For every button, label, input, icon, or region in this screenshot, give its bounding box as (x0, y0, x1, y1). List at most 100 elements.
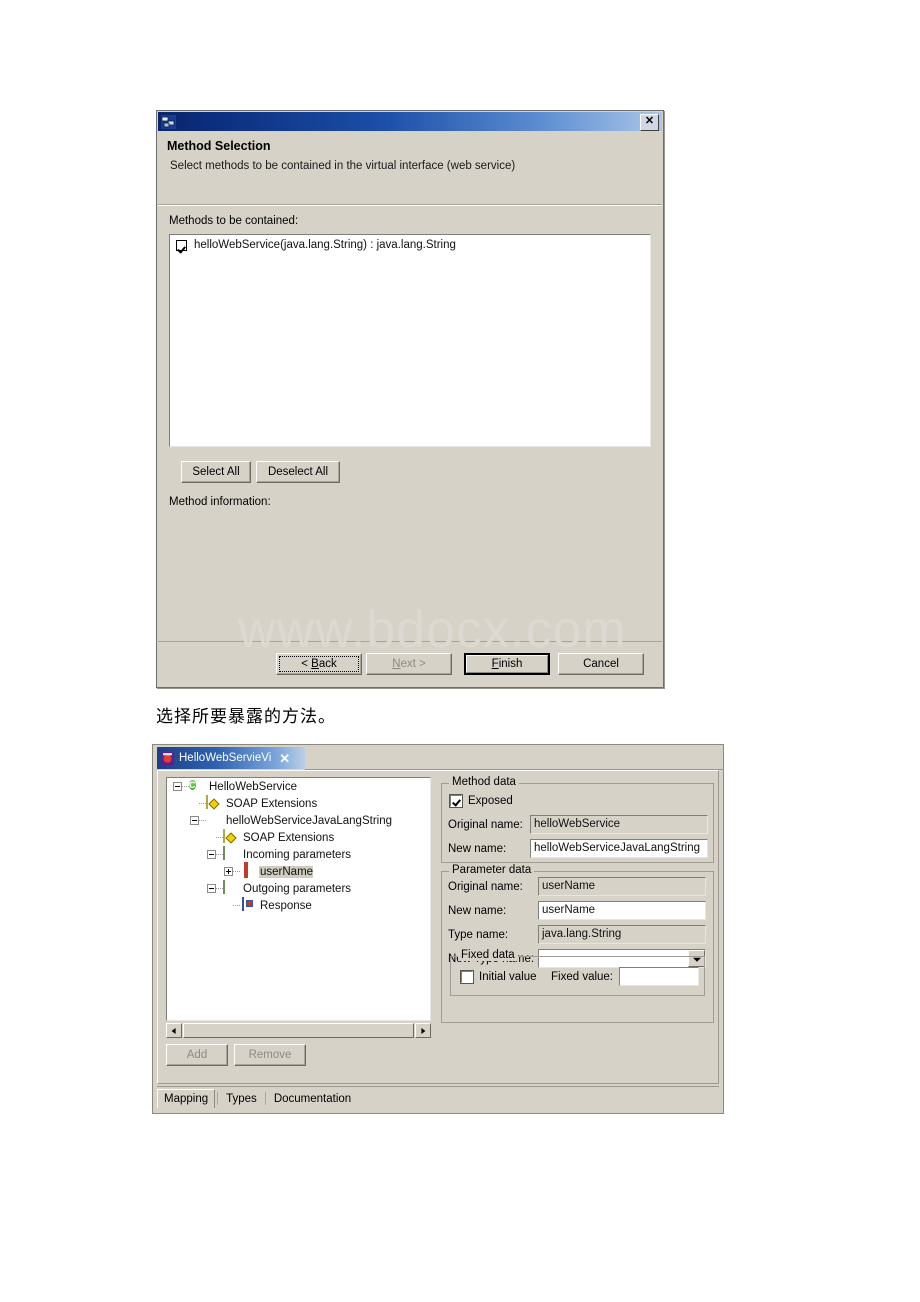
tab-strip-filler (305, 747, 723, 770)
scrollbar-track[interactable] (183, 1023, 414, 1038)
param-original-name-label: Original name: (448, 881, 523, 893)
method-new-name-label: New name: (448, 843, 507, 855)
collapse-toggle-icon[interactable] (190, 816, 199, 825)
method-new-name-input[interactable]: helloWebServiceJavaLangString (530, 839, 708, 858)
scroll-left-icon[interactable] (166, 1023, 182, 1038)
tree-node[interactable]: SOAP Extensions (167, 795, 430, 812)
tree-node[interactable]: C HelloWebService (167, 778, 430, 795)
editor-body: C HelloWebService SOAP Extensions helloWebS… (157, 770, 719, 1084)
tree-horizontal-scrollbar[interactable] (166, 1022, 431, 1039)
tree-node-label: HelloWebService (209, 780, 297, 793)
tab-separator (217, 1092, 219, 1105)
param-new-name-input[interactable]: userName (538, 901, 706, 920)
finish-inner: Finish (466, 655, 548, 673)
method-data-group-label: Method data (449, 776, 519, 788)
tree-node-icon (206, 813, 221, 828)
tab-hellowebservicevi[interactable]: HelloWebServieVi ✕ (157, 747, 305, 769)
method-original-name-label: Original name: (448, 819, 523, 831)
next-label: Next > (392, 658, 426, 670)
tree-node-icon (223, 880, 238, 896)
caption-text: 选择所要暴露的方法。 (156, 707, 336, 727)
back-button[interactable]: < Back (276, 653, 362, 675)
tree-node[interactable]: userName (167, 862, 430, 880)
param-new-name-label: New name: (448, 905, 507, 917)
initial-value-label: Initial value (479, 971, 537, 983)
tree-node-icon (223, 846, 238, 862)
next-button[interactable]: Next > (366, 653, 452, 675)
tree-node-label: SOAP Extensions (243, 831, 335, 844)
collapse-toggle-icon[interactable] (207, 850, 216, 859)
method-selection-dialog: ✕ Method Selection Select methods to be … (156, 110, 664, 688)
collapse-toggle-icon[interactable] (173, 782, 182, 791)
param-type-name-value: java.lang.String (538, 925, 706, 944)
finish-label: Finish (491, 658, 523, 670)
tree-node[interactable]: Incoming parameters (167, 846, 430, 863)
tree-node[interactable]: SOAP Extensions (167, 829, 430, 846)
focus-ring (279, 656, 359, 672)
tree-node-icon (223, 829, 238, 845)
tree-node-label: Outgoing parameters (243, 882, 352, 895)
fixed-value-label: Fixed value: (551, 971, 614, 983)
bottom-tab-types[interactable]: Types (220, 1090, 263, 1108)
parameter-data-group: Parameter data Original name: userName N… (441, 864, 714, 1023)
method-original-name-value: helloWebService (530, 815, 708, 834)
soap-extensions-icon (223, 829, 225, 843)
methods-list[interactable]: helloWebService(java.lang.String) : java… (169, 234, 651, 447)
deselect-all-button[interactable]: Deselect All (256, 461, 340, 483)
dialog-header: Method Selection Select methods to be co… (158, 131, 662, 205)
fixed-data-group: Fixed data Initial value Fixed value: (450, 949, 705, 996)
expand-toggle-icon[interactable] (224, 867, 233, 876)
add-button[interactable]: Add (166, 1044, 228, 1066)
select-all-button[interactable]: Select All (181, 461, 251, 483)
tab-label: HelloWebServieVi (179, 752, 272, 764)
remove-button[interactable]: Remove (234, 1044, 306, 1066)
mapping-tree[interactable]: C HelloWebService SOAP Extensions helloWebS… (166, 777, 431, 1021)
page-title: Method Selection (167, 139, 271, 153)
editor-tab-strip: HelloWebServieVi ✕ (153, 745, 723, 770)
class-icon: C (189, 780, 196, 790)
fixed-value-input[interactable] (619, 967, 699, 986)
page-root: ✕ Method Selection Select methods to be … (0, 0, 920, 1302)
virtual-interface-editor: HelloWebServieVi ✕ C HelloWebService SOAP … (152, 744, 724, 1114)
param-original-name-value: userName (538, 877, 706, 896)
tree-node-label: SOAP Extensions (226, 797, 318, 810)
tree-node-icon (240, 862, 255, 879)
editor-bottom-tabs: Mapping Types Documentation (157, 1086, 719, 1110)
collapse-toggle-icon[interactable] (207, 884, 216, 893)
finish-button[interactable]: Finish (464, 653, 550, 675)
tree-node[interactable]: helloWebServiceJavaLangString (167, 812, 430, 829)
parameters-folder-icon (223, 880, 225, 894)
tree-node-icon (206, 795, 221, 811)
parameter-icon (244, 862, 248, 878)
dialog-footer: < Back Next > Finish Cancel (158, 642, 662, 687)
tree-node[interactable]: Response (167, 897, 430, 914)
fixed-data-group-label: Fixed data (458, 949, 518, 961)
bottom-tab-documentation[interactable]: Documentation (268, 1090, 357, 1108)
dialog-close-button[interactable]: ✕ (640, 114, 659, 131)
tree-node-label: Response (260, 899, 312, 912)
parameters-folder-icon (223, 846, 225, 860)
bottom-tab-mapping[interactable]: Mapping (157, 1089, 216, 1108)
soap-extensions-icon (206, 795, 208, 809)
scroll-right-icon[interactable] (415, 1023, 431, 1038)
tab-separator (264, 1092, 266, 1105)
method-information-label: Method information: (169, 496, 271, 508)
tree-node[interactable]: Outgoing parameters (167, 880, 430, 897)
dialog-body: Methods to be contained: helloWebService… (158, 205, 662, 642)
tree-node-label: Incoming parameters (243, 848, 352, 861)
tree-node-icon (240, 897, 255, 913)
exposed-checkbox[interactable] (449, 794, 463, 808)
method-checkbox[interactable] (176, 239, 187, 251)
initial-value-checkbox[interactable] (460, 970, 474, 984)
web-service-icon (161, 114, 176, 129)
tab-close-icon[interactable]: ✕ (279, 752, 290, 765)
scrollbar-thumb[interactable] (183, 1023, 414, 1038)
dialog-title-bar: ✕ (158, 112, 662, 131)
cancel-button[interactable]: Cancel (558, 653, 644, 675)
response-icon (242, 897, 244, 911)
method-data-group: Method data Exposed Original name: hello… (441, 776, 714, 863)
method-label: helloWebService(java.lang.String) : java… (194, 239, 456, 251)
exposed-label: Exposed (468, 795, 513, 807)
list-item[interactable]: helloWebService(java.lang.String) : java… (170, 235, 650, 251)
methods-list-label: Methods to be contained: (169, 215, 299, 227)
